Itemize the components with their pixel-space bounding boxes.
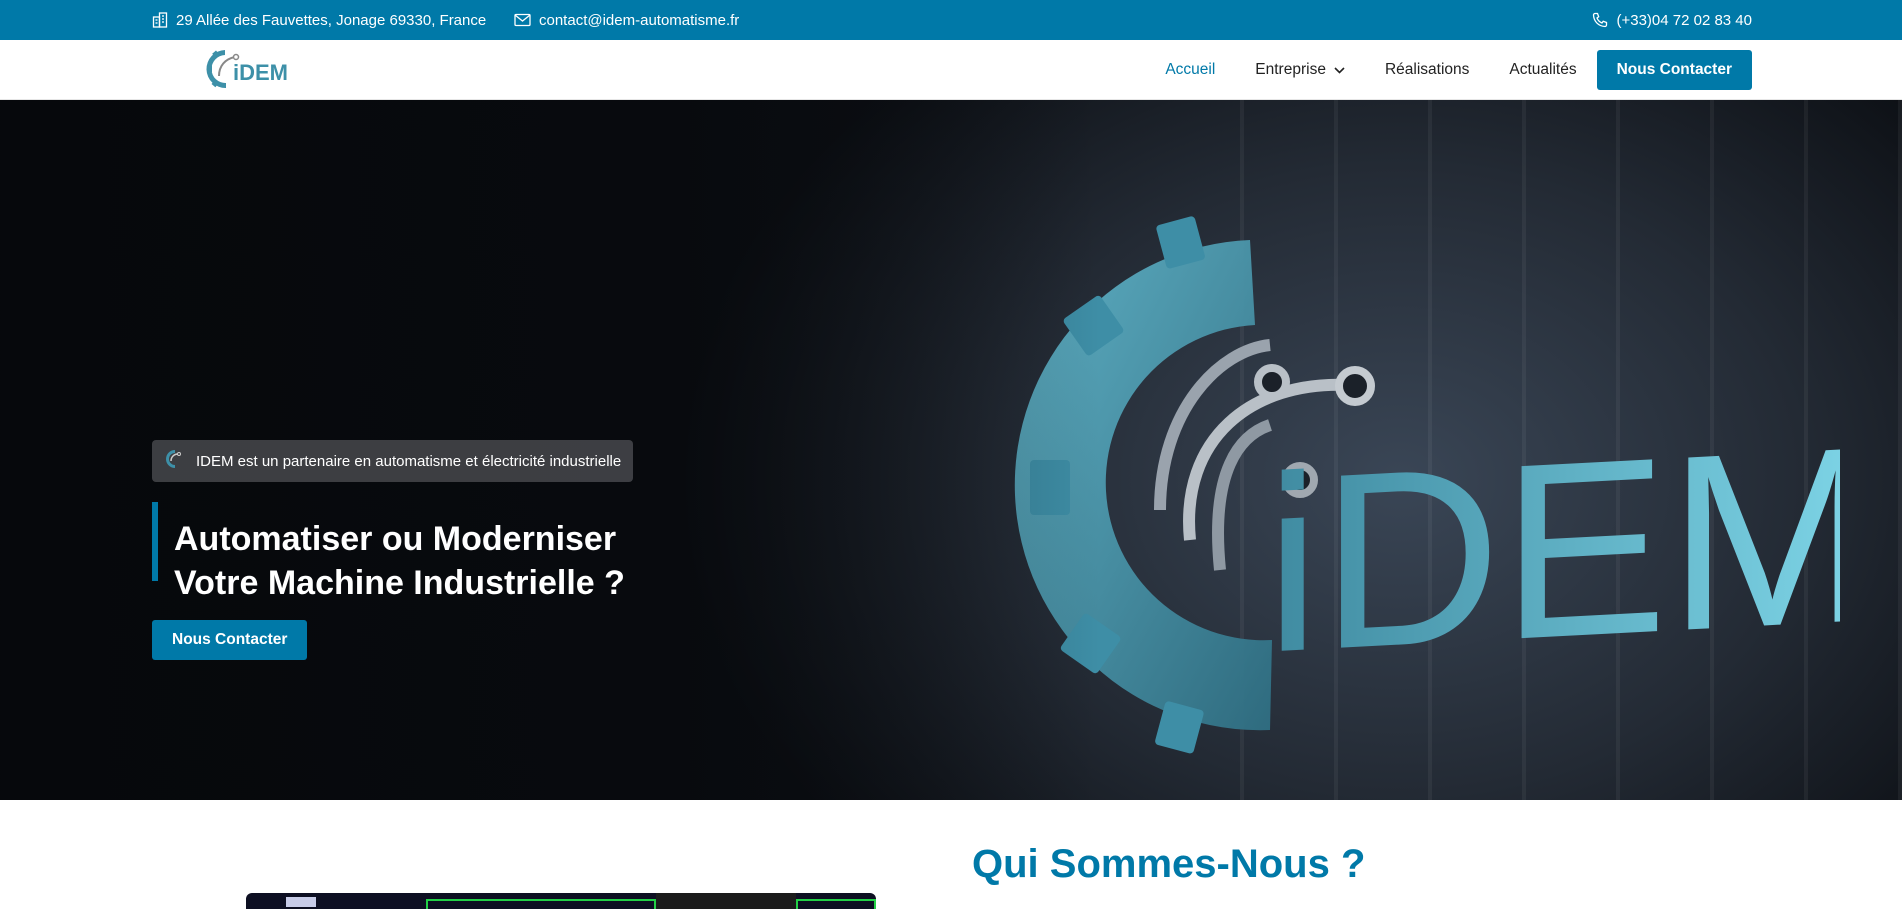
about-image [246,893,876,909]
hero-badge-text: IDEM est un partenaire en automatisme et… [196,452,622,470]
phone-icon [1592,12,1608,28]
address-item: 29 Allée des Fauvettes, Jonage 69330, Fr… [152,0,486,40]
logo-text: iDEM [233,60,288,85]
nav-item-label: Accueil [1165,61,1216,78]
nav-menu: Accueil Entreprise Réalisations Actualit… [1125,40,1752,100]
email-link[interactable]: contact@idem-automatisme.fr [514,0,739,40]
chevron-down-icon [1334,61,1345,79]
main-navigation: iDEM Accueil Entreprise Réalisations Act… [0,40,1902,100]
email-text: contact@idem-automatisme.fr [539,11,740,29]
nav-item-accueil[interactable]: Accueil [1165,61,1215,79]
top-info-bar: 29 Allée des Fauvettes, Jonage 69330, Fr… [0,0,1902,40]
hero-title-line2: Votre Machine Industrielle ? [174,564,625,602]
building-icon [152,12,168,28]
nav-item-actualites[interactable]: Actualités [1509,61,1576,79]
hero-title-line1: Automatiser ou Moderniser [174,520,617,558]
nav-item-entreprise[interactable]: Entreprise [1255,61,1345,79]
phone-link[interactable]: (+33)04 72 02 83 40 [1592,0,1752,40]
nav-contact-button[interactable]: Nous Contacter [1596,50,1752,90]
hero-contact-button[interactable]: Nous Contacter [152,620,308,660]
about-title: Qui Sommes-Nous ? [972,842,1366,886]
mail-icon [514,13,531,27]
hero-section: iDEM IDEM est un partenaire en automatis… [0,100,1902,800]
address-text: 29 Allée des Fauvettes, Jonage 69330, Fr… [176,11,487,29]
idem-gear-icon [164,448,186,474]
hero-title: Automatiser ou Moderniser Votre Machine … [174,517,625,605]
nav-item-label: Actualités [1509,61,1577,78]
phone-text: (+33)04 72 02 83 40 [1616,11,1752,29]
hero-badge: IDEM est un partenaire en automatisme et… [152,440,634,482]
nav-item-label: Entreprise [1255,61,1326,78]
hero-headline: Automatiser ou Moderniser Votre Machine … [152,502,625,602]
hero-logo-text: iDEM [1265,395,1840,706]
hero-idem-logo-image: iDEM [1010,210,1876,770]
nav-item-label: Réalisations [1384,61,1470,78]
nav-item-realisations[interactable]: Réalisations [1385,61,1469,79]
idem-logo[interactable]: iDEM [205,46,297,92]
